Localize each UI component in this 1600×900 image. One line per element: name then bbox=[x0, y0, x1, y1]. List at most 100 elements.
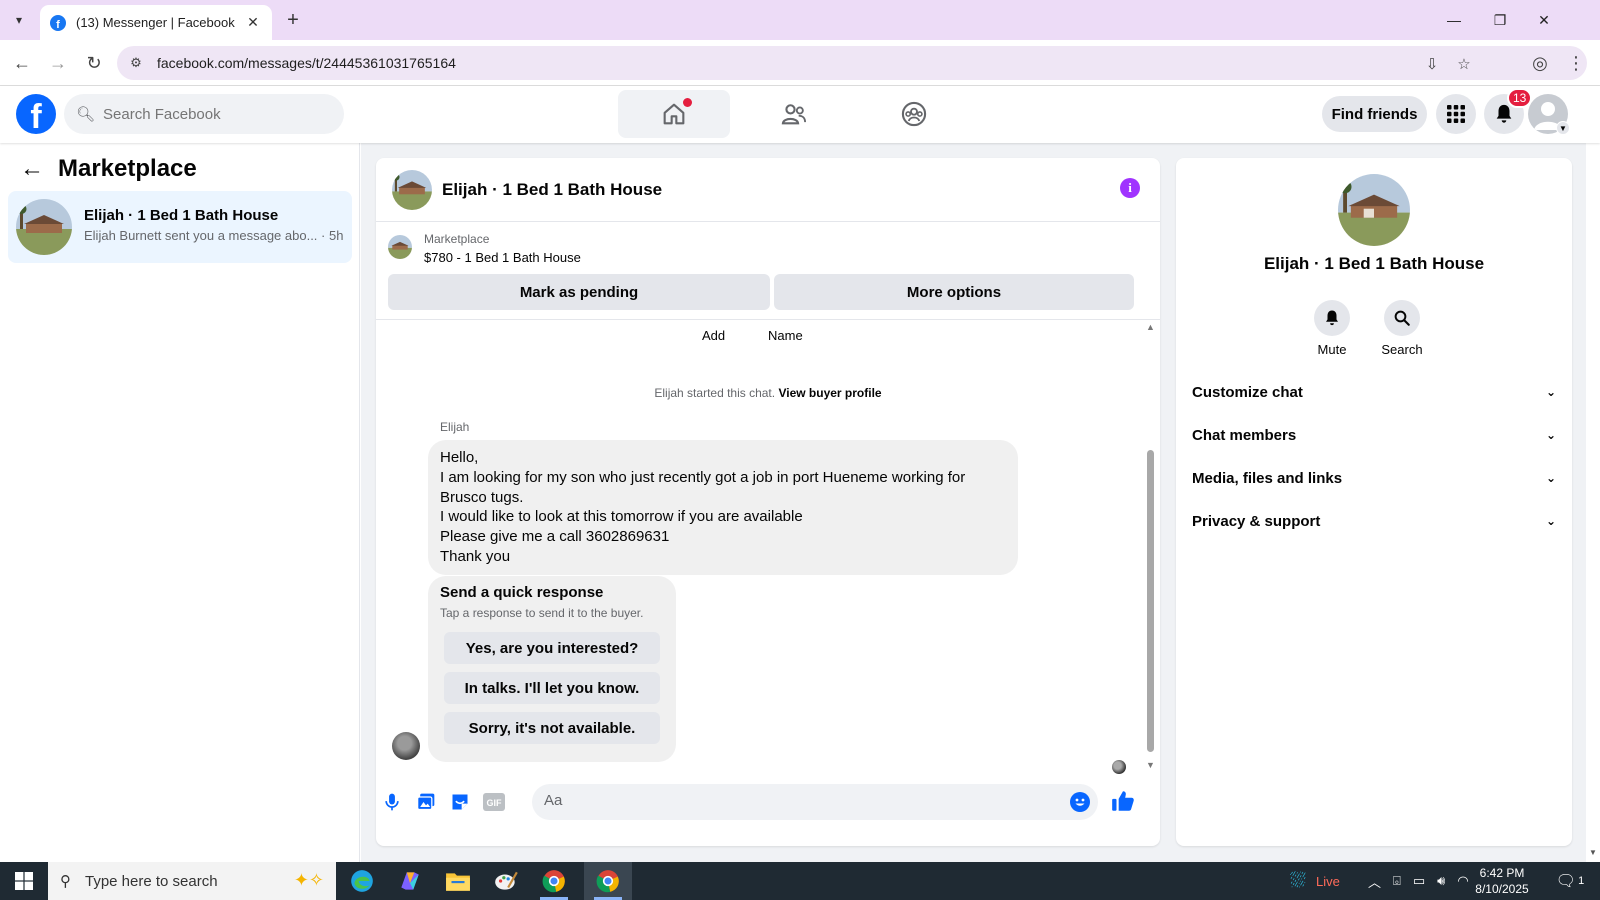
sticker-icon bbox=[452, 794, 468, 810]
facebook-header: f 🔍︎ Find friends bbox=[0, 86, 1600, 143]
address-bar[interactable]: ⚙ facebook.com/messages/t/24445361031765… bbox=[117, 46, 1587, 80]
find-friends-button[interactable]: Find friends bbox=[1322, 96, 1427, 132]
chat-details-panel: Elijah · 1 Bed 1 Bath House Mute Search … bbox=[1176, 158, 1572, 846]
url-text[interactable]: facebook.com/messages/t/2444536103176516… bbox=[157, 55, 456, 71]
taskbar-edge[interactable] bbox=[338, 862, 386, 900]
notification-count-badge: 13 bbox=[1507, 88, 1533, 108]
taskbar-chrome-h[interactable] bbox=[530, 862, 578, 900]
gif-button[interactable]: GIF bbox=[482, 790, 506, 814]
scroll-down-icon[interactable]: ▼ bbox=[1589, 848, 1597, 857]
taskbar-search-box[interactable]: ⚲ ✦✧ bbox=[48, 862, 336, 900]
house-photo-icon bbox=[392, 170, 432, 210]
emoji-icon[interactable] bbox=[1070, 792, 1090, 812]
windows-start-button[interactable] bbox=[0, 862, 48, 900]
gif-icon: GIF bbox=[483, 793, 505, 811]
taskbar-file-explorer[interactable] bbox=[434, 862, 482, 900]
bookmark-star-icon[interactable]: ☆ bbox=[1453, 53, 1475, 75]
weather-widget[interactable]: ⛆ Live bbox=[1290, 862, 1340, 900]
send-like-button[interactable] bbox=[1110, 788, 1138, 816]
mark-as-pending-button[interactable]: Mark as pending bbox=[388, 274, 770, 310]
browser-tab-messenger[interactable]: f (13) Messenger | Facebook ✕ bbox=[40, 5, 272, 40]
scrollbar-thumb[interactable] bbox=[1147, 450, 1154, 752]
new-tab-icon[interactable]: + bbox=[280, 8, 306, 32]
profile-icon[interactable]: ◎ bbox=[1526, 49, 1554, 77]
quick-reply-interested-button[interactable]: Yes, are you interested? bbox=[444, 632, 660, 664]
camera-icon[interactable]: ⌻ bbox=[1393, 873, 1401, 889]
details-avatar[interactable] bbox=[1338, 174, 1410, 246]
chat-window: Elijah · 1 Bed 1 Bath House i Marketplac… bbox=[376, 158, 1160, 846]
battery-icon[interactable]: ▭ bbox=[1413, 873, 1425, 889]
listing-bar: Marketplace $780 - 1 Bed 1 Bath House Ma… bbox=[376, 222, 1160, 320]
back-arrow-icon[interactable]: ← bbox=[8, 49, 36, 77]
chat-members-section[interactable]: Chat members ⌄ bbox=[1192, 415, 1556, 455]
listing-source-label: Marketplace bbox=[424, 232, 490, 246]
voice-clip-button[interactable] bbox=[380, 790, 404, 814]
clock-date: 8/10/2025 bbox=[1475, 882, 1529, 896]
mute-circle[interactable] bbox=[1314, 300, 1350, 336]
bell-icon bbox=[1326, 310, 1338, 326]
quick-reply-not-available-button[interactable]: Sorry, it's not available. bbox=[444, 712, 660, 744]
more-options-button[interactable]: More options bbox=[774, 274, 1134, 310]
action-center-button[interactable]: 🗨︎ 1 bbox=[1552, 870, 1588, 892]
forward-arrow-icon[interactable]: → bbox=[44, 49, 72, 77]
browser-menu-icon[interactable]: ⋮ bbox=[1562, 49, 1590, 77]
taskbar-copilot[interactable] bbox=[386, 862, 434, 900]
sticker-button[interactable] bbox=[448, 790, 472, 814]
media-files-links-section[interactable]: Media, files and links ⌄ bbox=[1192, 458, 1556, 498]
svg-text:GIF: GIF bbox=[487, 798, 503, 808]
scroll-down-icon[interactable]: ▼ bbox=[1146, 760, 1155, 770]
info-icon[interactable]: i bbox=[1120, 178, 1140, 198]
mute-button[interactable]: Mute bbox=[1302, 300, 1362, 357]
tab-close-icon[interactable]: ✕ bbox=[244, 14, 262, 31]
chevron-down-icon[interactable]: ⌄ bbox=[1546, 428, 1556, 442]
facebook-search-box[interactable]: 🔍︎ bbox=[64, 94, 344, 134]
message-input-box[interactable] bbox=[532, 784, 1098, 820]
facebook-logo-icon[interactable]: f bbox=[16, 94, 56, 134]
attach-photo-button[interactable] bbox=[414, 790, 438, 814]
reload-icon[interactable]: ↻ bbox=[80, 49, 108, 77]
house-photo-icon bbox=[388, 235, 412, 259]
nav-tab-groups[interactable] bbox=[858, 90, 970, 138]
minimize-icon[interactable]: — bbox=[1434, 6, 1474, 34]
taskbar-chrome-active[interactable] bbox=[584, 862, 632, 900]
scroll-up-icon[interactable]: ▲ bbox=[1146, 322, 1155, 332]
site-info-icon[interactable]: ⚙ bbox=[127, 54, 145, 72]
close-window-icon[interactable]: ✕ bbox=[1524, 6, 1564, 34]
search-conversation-button[interactable]: Search bbox=[1372, 300, 1432, 357]
chevron-down-icon[interactable]: ⌄ bbox=[1546, 514, 1556, 528]
listing-price[interactable]: $780 - 1 Bed 1 Bath House bbox=[424, 250, 581, 265]
chevron-down-icon[interactable]: ▼ bbox=[1556, 121, 1570, 135]
windows-taskbar: ⚲ ✦✧ ⛆ Live ︿ bbox=[0, 862, 1600, 900]
chat-avatar[interactable] bbox=[392, 170, 432, 210]
conversation-preview: Elijah Burnett sent you a message abo...… bbox=[84, 228, 344, 243]
search-circle[interactable] bbox=[1384, 300, 1420, 336]
details-name: Elijah · 1 Bed 1 Bath House bbox=[1263, 254, 1485, 273]
volume-icon[interactable]: 🔊︎ bbox=[1437, 873, 1445, 889]
restore-icon[interactable]: ❐ bbox=[1480, 6, 1520, 34]
back-arrow-icon[interactable]: ← bbox=[20, 155, 44, 183]
install-app-icon[interactable]: ⇩ bbox=[1421, 53, 1443, 75]
sender-avatar[interactable] bbox=[392, 732, 420, 760]
conversation-name: Elijah · 1 Bed 1 Bath House bbox=[84, 207, 279, 224]
nav-tab-friends[interactable] bbox=[738, 90, 850, 138]
nav-tab-home[interactable] bbox=[618, 90, 730, 138]
chevron-down-icon[interactable]: ⌄ bbox=[1546, 471, 1556, 485]
message-input[interactable] bbox=[544, 792, 1044, 809]
chevron-up-icon[interactable]: ︿ bbox=[1368, 872, 1381, 891]
thread-scrollbar[interactable]: ▲ ▼ bbox=[1144, 320, 1156, 776]
chevron-down-icon[interactable]: ⌄ bbox=[1546, 385, 1556, 399]
view-buyer-profile-link[interactable]: View buyer profile bbox=[778, 386, 881, 400]
menu-grid-button[interactable] bbox=[1436, 94, 1476, 134]
customize-chat-section[interactable]: Customize chat ⌄ bbox=[1192, 372, 1556, 412]
quick-reply-in-talks-button[interactable]: In talks. I'll let you know. bbox=[444, 672, 660, 704]
taskbar-clock[interactable]: 6:42 PM 8/10/2025 bbox=[1460, 865, 1544, 897]
privacy-support-section[interactable]: Privacy & support ⌄ bbox=[1192, 501, 1556, 541]
chat-title[interactable]: Elijah · 1 Bed 1 Bath House bbox=[442, 180, 662, 200]
listing-thumbnail[interactable] bbox=[388, 235, 412, 259]
taskbar-search-input[interactable] bbox=[85, 872, 255, 890]
page-scrollbar[interactable]: ▲ ▼ bbox=[1586, 86, 1600, 862]
conversation-item-selected[interactable]: Elijah · 1 Bed 1 Bath House Elijah Burne… bbox=[8, 191, 352, 263]
facebook-search-input[interactable] bbox=[103, 105, 324, 123]
taskbar-paint[interactable] bbox=[482, 862, 530, 900]
tab-search-menu-icon[interactable]: ▾ bbox=[6, 8, 32, 32]
